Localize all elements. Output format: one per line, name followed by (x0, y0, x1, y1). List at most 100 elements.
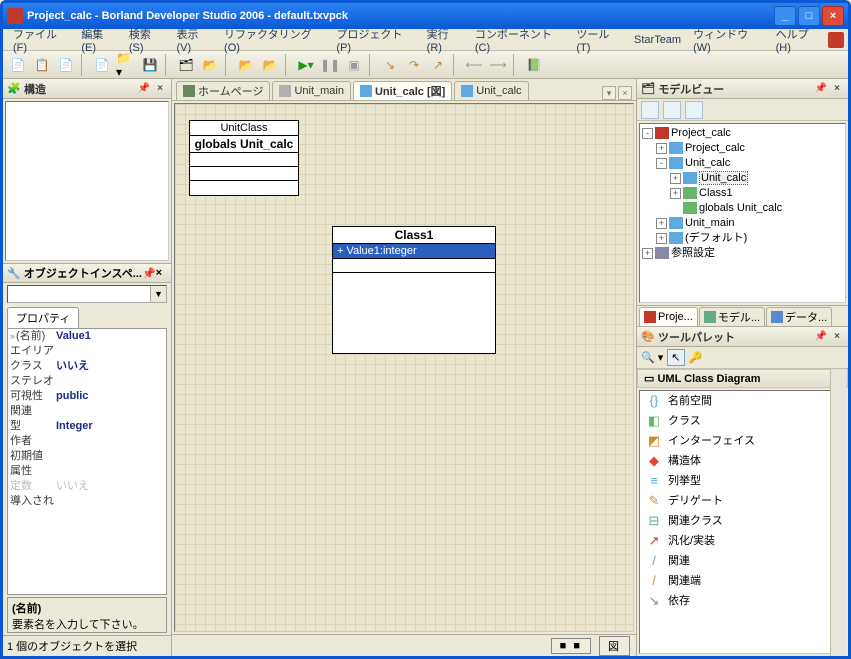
help-button[interactable]: 📗 (523, 54, 545, 76)
tab-dropdown-icon[interactable]: ▾ (602, 86, 616, 100)
nav-fwd[interactable]: ⟶ (487, 54, 509, 76)
tool-saveall[interactable]: 💾 (139, 54, 161, 76)
tree-node[interactable]: +Unit_calc (642, 171, 843, 186)
tool-new[interactable]: 📄 (7, 54, 29, 76)
document-tab[interactable]: Unit_calc [図] (353, 81, 452, 100)
tree-toggle[interactable]: - (642, 128, 653, 139)
menu-item[interactable]: ツール(T) (570, 24, 628, 56)
close-icon[interactable]: × (830, 330, 844, 344)
property-value[interactable] (54, 434, 166, 449)
palette-item[interactable]: {}名前空間 (640, 391, 845, 411)
property-row[interactable]: 型Integer (8, 419, 166, 434)
palette-item[interactable]: ✎デリゲート (640, 491, 845, 511)
document-tab[interactable]: Unit_calc (454, 81, 528, 100)
tree-node[interactable]: -Project_calc (642, 126, 843, 141)
document-tab[interactable]: Unit_main (272, 81, 351, 100)
property-row[interactable]: 定数いいえ (8, 479, 166, 494)
tool-add-file[interactable]: 📄 (91, 54, 113, 76)
menu-item[interactable]: コンポーネント(C) (469, 24, 571, 56)
palette-pointer[interactable]: ↖ (667, 349, 684, 366)
tree-node[interactable]: +Project_calc (642, 141, 843, 156)
tool-open[interactable]: 📋 (31, 54, 53, 76)
menu-item[interactable]: プロジェクト(P) (330, 24, 420, 56)
pin-icon[interactable]: 📌 (814, 330, 828, 344)
property-row[interactable]: エイリア (8, 344, 166, 359)
property-row[interactable]: 作者 (8, 434, 166, 449)
palette-item[interactable]: /関連端 (640, 571, 845, 591)
tool-proj-remove[interactable]: 📂 (259, 54, 281, 76)
property-row[interactable]: 初期値 (8, 449, 166, 464)
tree-toggle[interactable]: + (670, 173, 681, 184)
uml-class-class1[interactable]: Class1 + Value1:integer (332, 226, 496, 354)
run-button[interactable]: ▶▾ (295, 54, 317, 76)
palette-item[interactable]: /関連 (640, 551, 845, 571)
modelview-tab[interactable]: モデル... (699, 307, 765, 326)
document-tab[interactable]: ホームページ (176, 81, 270, 100)
menu-item[interactable]: StarTeam (628, 32, 687, 48)
menu-item[interactable]: 表示(V) (170, 24, 218, 56)
property-grid[interactable]: (名前)Value1エイリアクラスいいえステレオ可視性public関連型Inte… (7, 328, 167, 595)
mv-tool-3[interactable] (685, 101, 703, 119)
tree-node[interactable]: +Class1 (642, 186, 843, 201)
tool-folder[interactable]: 📁▾ (115, 54, 137, 76)
palette-list[interactable]: {}名前空間◧クラス◩インターフェイス◆構造体≡列挙型✎デリゲート⊟関連クラス↗… (639, 390, 846, 654)
tree-toggle[interactable]: + (642, 248, 653, 259)
uml-attribute-value1[interactable]: + Value1:integer (333, 244, 495, 258)
stop-button[interactable]: ▣ (343, 54, 365, 76)
property-value[interactable]: いいえ (54, 479, 166, 494)
palette-item[interactable]: ◩インターフェイス (640, 431, 845, 451)
palette-filter-dd[interactable]: 🔍 ▾ (641, 351, 663, 364)
property-value[interactable] (54, 449, 166, 464)
tree-toggle[interactable]: - (656, 158, 667, 169)
tree-toggle[interactable]: + (656, 233, 667, 244)
view-button-1[interactable]: ■ ■ (551, 638, 591, 654)
palette-item[interactable]: ◆構造体 (640, 451, 845, 471)
mv-tool-1[interactable] (641, 101, 659, 119)
tool-project-open[interactable]: 📂 (199, 54, 221, 76)
step-out[interactable]: ↗ (427, 54, 449, 76)
modelview-tab[interactable]: データ... (766, 307, 832, 326)
modelview-tree[interactable]: -Project_calc+Project_calc-Unit_calc+Uni… (639, 123, 846, 303)
chevron-down-icon[interactable]: ▼ (150, 286, 166, 302)
tree-node[interactable]: +Unit_main (642, 216, 843, 231)
property-value[interactable] (54, 494, 166, 509)
property-row[interactable]: (名前)Value1 (8, 329, 166, 344)
menu-item[interactable]: 実行(R) (421, 24, 469, 56)
step-over[interactable]: ↷ (403, 54, 425, 76)
menu-item[interactable]: リファクタリング(O) (218, 24, 330, 56)
property-value[interactable]: Value1 (54, 329, 166, 344)
palette-item[interactable]: ↗汎化/実装 (640, 531, 845, 551)
property-row[interactable]: 属性 (8, 464, 166, 479)
close-icon[interactable]: × (153, 82, 167, 96)
mv-tool-2[interactable] (663, 101, 681, 119)
close-icon[interactable]: × (156, 267, 162, 279)
uml-canvas[interactable]: UnitClass globals Unit_calc Class1 + Val… (174, 103, 634, 632)
tool-save[interactable]: 📄 (55, 54, 77, 76)
step-into[interactable]: ↘ (379, 54, 401, 76)
tab-close-icon[interactable]: × (618, 86, 632, 100)
nav-back[interactable]: ⟵ (463, 54, 485, 76)
property-row[interactable]: 可視性public (8, 389, 166, 404)
property-value[interactable] (54, 344, 166, 359)
property-value[interactable] (54, 464, 166, 479)
tree-node[interactable]: globals Unit_calc (642, 201, 843, 216)
property-row[interactable]: 関連 (8, 404, 166, 419)
close-icon[interactable]: × (830, 82, 844, 96)
property-row[interactable]: クラスいいえ (8, 359, 166, 374)
property-row[interactable]: ステレオ (8, 374, 166, 389)
palette-category[interactable]: ▭ UML Class Diagram (637, 369, 848, 388)
menu-item[interactable]: ヘルプ(H) (770, 24, 829, 56)
property-value[interactable] (54, 404, 166, 419)
property-value[interactable] (54, 374, 166, 389)
palette-item[interactable]: ◧クラス (640, 411, 845, 431)
menu-item[interactable]: ウィンドウ(W) (687, 24, 770, 56)
property-value[interactable]: いいえ (54, 359, 166, 374)
tree-node[interactable]: +参照設定 (642, 246, 843, 261)
palette-filter[interactable]: 🔑 (689, 351, 703, 364)
palette-scrollbar[interactable] (830, 369, 846, 656)
pin-icon[interactable]: 📌 (814, 82, 828, 96)
view-button-diagram[interactable]: 図 (599, 636, 630, 656)
tree-toggle[interactable]: + (670, 188, 681, 199)
inspector-component-combo[interactable]: ▼ (7, 285, 167, 303)
modelview-tab[interactable]: Proje... (639, 307, 698, 326)
